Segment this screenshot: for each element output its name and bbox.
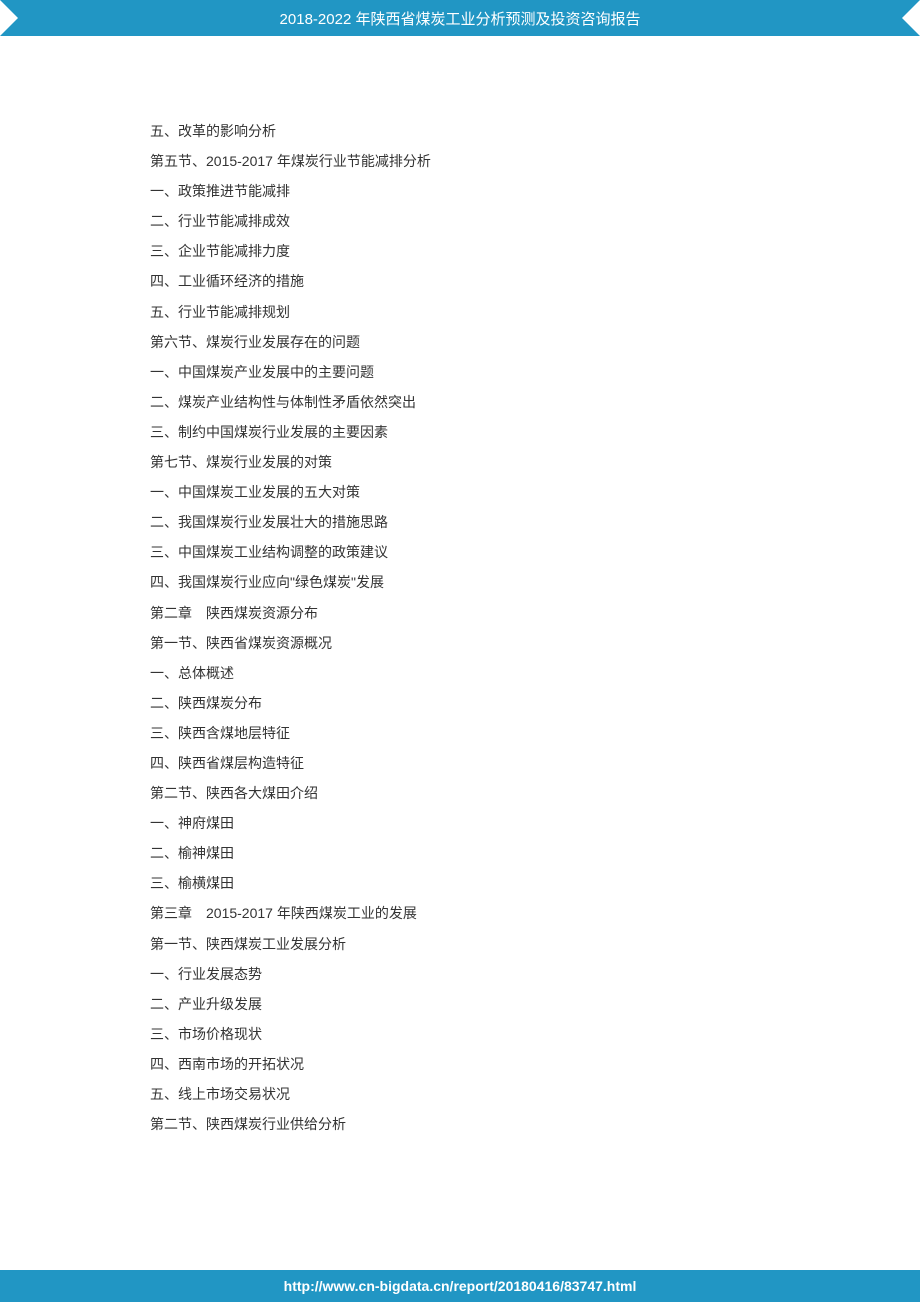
toc-line: 二、产业升级发展 bbox=[150, 989, 770, 1019]
toc-line: 第六节、煤炭行业发展存在的问题 bbox=[150, 327, 770, 357]
footer-banner: http://www.cn-bigdata.cn/report/20180416… bbox=[0, 1270, 920, 1302]
toc-line: 第五节、2015-2017 年煤炭行业节能减排分析 bbox=[150, 146, 770, 176]
toc-line: 三、企业节能减排力度 bbox=[150, 236, 770, 266]
toc-line: 三、制约中国煤炭行业发展的主要因素 bbox=[150, 417, 770, 447]
header-title: 2018-2022 年陕西省煤炭工业分析预测及投资咨询报告 bbox=[280, 8, 641, 29]
toc-line: 四、陕西省煤层构造特征 bbox=[150, 748, 770, 778]
toc-line: 三、榆横煤田 bbox=[150, 868, 770, 898]
toc-line: 第三章 2015-2017 年陕西煤炭工业的发展 bbox=[150, 898, 770, 928]
toc-line: 三、中国煤炭工业结构调整的政策建议 bbox=[150, 537, 770, 567]
toc-line: 四、工业循环经济的措施 bbox=[150, 266, 770, 296]
toc-line: 三、市场价格现状 bbox=[150, 1019, 770, 1049]
toc-line: 二、煤炭产业结构性与体制性矛盾依然突出 bbox=[150, 387, 770, 417]
toc-line: 三、陕西含煤地层特征 bbox=[150, 718, 770, 748]
toc-line: 一、中国煤炭工业发展的五大对策 bbox=[150, 477, 770, 507]
toc-line: 一、政策推进节能减排 bbox=[150, 176, 770, 206]
toc-line: 四、西南市场的开拓状况 bbox=[150, 1049, 770, 1079]
document-content: 五、改革的影响分析 第五节、2015-2017 年煤炭行业节能减排分析 一、政策… bbox=[0, 36, 920, 1199]
header-banner: 2018-2022 年陕西省煤炭工业分析预测及投资咨询报告 bbox=[0, 0, 920, 36]
toc-line: 五、改革的影响分析 bbox=[150, 116, 770, 146]
toc-line: 第七节、煤炭行业发展的对策 bbox=[150, 447, 770, 477]
toc-line: 第二节、陕西各大煤田介绍 bbox=[150, 778, 770, 808]
footer-url: http://www.cn-bigdata.cn/report/20180416… bbox=[284, 1278, 637, 1294]
toc-line: 二、行业节能减排成效 bbox=[150, 206, 770, 236]
toc-line: 第二节、陕西煤炭行业供给分析 bbox=[150, 1109, 770, 1139]
toc-line: 四、我国煤炭行业应向"绿色煤炭"发展 bbox=[150, 567, 770, 597]
toc-line: 一、神府煤田 bbox=[150, 808, 770, 838]
toc-line: 二、我国煤炭行业发展壮大的措施思路 bbox=[150, 507, 770, 537]
toc-line: 一、行业发展态势 bbox=[150, 959, 770, 989]
toc-line: 二、陕西煤炭分布 bbox=[150, 688, 770, 718]
toc-line: 一、总体概述 bbox=[150, 658, 770, 688]
toc-line: 第二章 陕西煤炭资源分布 bbox=[150, 598, 770, 628]
toc-line: 二、榆神煤田 bbox=[150, 838, 770, 868]
toc-line: 五、线上市场交易状况 bbox=[150, 1079, 770, 1109]
toc-line: 第一节、陕西煤炭工业发展分析 bbox=[150, 929, 770, 959]
toc-line: 一、中国煤炭产业发展中的主要问题 bbox=[150, 357, 770, 387]
toc-line: 五、行业节能减排规划 bbox=[150, 297, 770, 327]
toc-line: 第一节、陕西省煤炭资源概况 bbox=[150, 628, 770, 658]
